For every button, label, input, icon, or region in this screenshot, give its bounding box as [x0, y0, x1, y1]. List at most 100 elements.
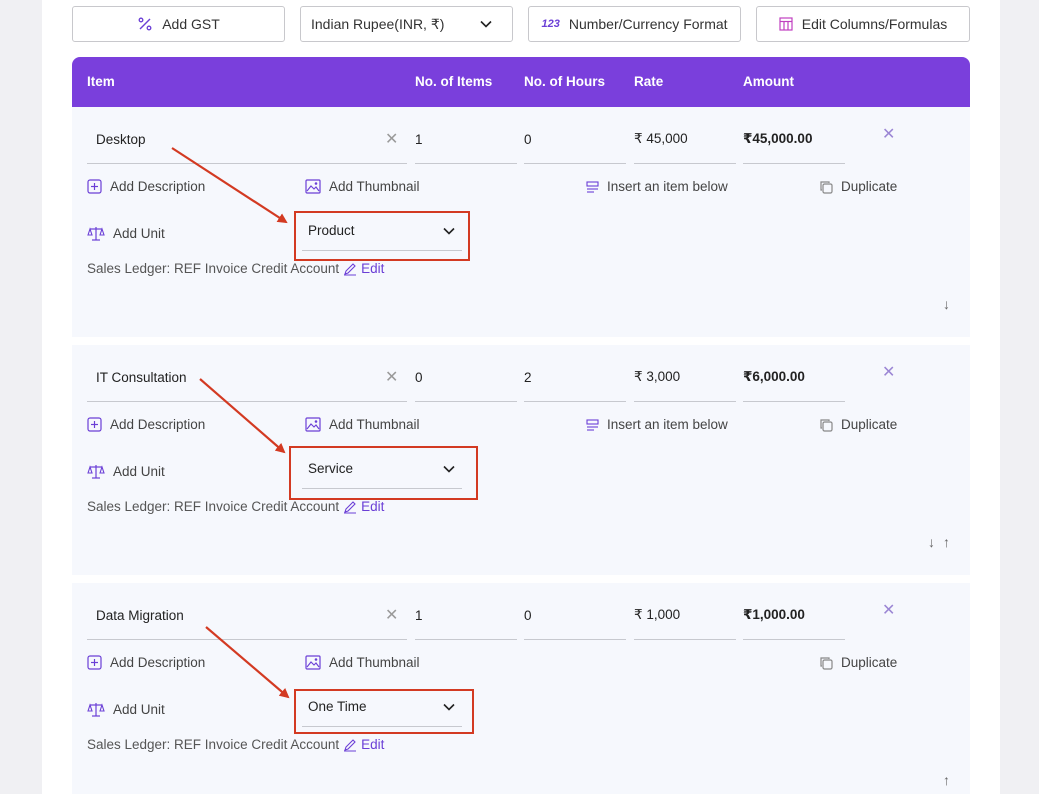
number-format-icon: 123 [541, 18, 560, 30]
delete-row-icon[interactable]: ✕ [882, 127, 895, 143]
edit-ledger-label: Edit [361, 737, 385, 752]
duplicate-label: Duplicate [841, 179, 898, 194]
pencil-icon [344, 500, 357, 513]
clear-icon[interactable]: ✕ [385, 370, 398, 386]
item-amount: ₹45,000.00 [743, 115, 845, 164]
arrow-down-icon[interactable]: ↓ [943, 296, 950, 312]
item-rate-input[interactable]: ₹ 3,000 [634, 353, 736, 402]
edit-ledger-button[interactable]: Edit [343, 737, 384, 752]
add-thumbnail-button[interactable]: Add Thumbnail [305, 417, 420, 432]
percent-icon [138, 17, 152, 31]
plus-square-icon [87, 655, 102, 670]
item-rate-input[interactable]: ₹ 45,000 [634, 115, 736, 164]
add-gst-label: Add GST [162, 16, 220, 32]
sales-ledger-label: Sales Ledger: REF Invoice Credit Account [87, 499, 340, 514]
currency-select[interactable]: Indian Rupee(INR, ₹) [300, 6, 513, 42]
item-hours-input[interactable]: 0 [524, 591, 626, 640]
number-format-button[interactable]: 123 Number/Currency Format [528, 6, 741, 42]
insert-item-below-button[interactable]: Insert an item below [586, 179, 728, 194]
arrow-down-icon[interactable]: ↓ [928, 534, 935, 550]
sales-ledger: Sales Ledger: REF Invoice Credit Account… [87, 499, 384, 514]
add-description-button[interactable]: Add Description [87, 179, 205, 194]
sales-ledger-label: Sales Ledger: REF Invoice Credit Account [87, 737, 340, 752]
add-thumbnail-button[interactable]: Add Thumbnail [305, 179, 420, 194]
add-thumbnail-label: Add Thumbnail [329, 179, 420, 194]
column-amount: Amount [743, 74, 794, 89]
add-thumbnail-label: Add Thumbnail [329, 655, 420, 670]
scale-icon [87, 227, 105, 241]
sales-ledger: Sales Ledger: REF Invoice Credit Account… [87, 737, 384, 752]
add-gst-button[interactable]: Add GST [72, 6, 285, 42]
item-quantity-input[interactable]: 1 [415, 115, 517, 164]
edit-columns-label: Edit Columns/Formulas [801, 16, 948, 32]
add-description-button[interactable]: Add Description [87, 417, 205, 432]
item-quantity-input[interactable]: 0 [415, 353, 517, 402]
insert-row-icon [586, 418, 599, 431]
add-description-button[interactable]: Add Description [87, 655, 205, 670]
pencil-icon [344, 262, 357, 275]
delete-row-icon[interactable]: ✕ [882, 365, 895, 381]
column-no-hours: No. of Hours [524, 74, 605, 89]
duplicate-button[interactable]: Duplicate [819, 179, 897, 194]
highlight-box [294, 689, 474, 734]
pencil-icon [344, 738, 357, 751]
item-row: IT Consultation ✕ 0 2 ₹ 3,000 ₹6,000.00 … [72, 345, 970, 575]
duplicate-label: Duplicate [841, 417, 898, 432]
clear-icon[interactable]: ✕ [385, 132, 398, 148]
scale-icon [87, 703, 105, 717]
item-hours-input[interactable]: 2 [524, 353, 626, 402]
currency-value: Indian Rupee(INR, ₹) [311, 15, 445, 32]
highlight-box [294, 211, 470, 261]
item-amount: ₹6,000.00 [743, 353, 845, 402]
column-rate: Rate [634, 74, 664, 89]
column-item: Item [87, 74, 115, 89]
row-reorder: ↑ [943, 772, 950, 788]
item-name-input[interactable]: Desktop [87, 115, 407, 164]
duplicate-button[interactable]: Duplicate [819, 417, 897, 432]
item-rate-input[interactable]: ₹ 1,000 [634, 591, 736, 640]
delete-row-icon[interactable]: ✕ [882, 603, 895, 619]
add-thumbnail-button[interactable]: Add Thumbnail [305, 655, 420, 670]
duplicate-label: Duplicate [841, 655, 898, 670]
chevron-down-icon [480, 20, 492, 28]
add-description-label: Add Description [110, 179, 206, 194]
item-amount: ₹1,000.00 [743, 591, 845, 640]
item-name-input[interactable]: Data Migration [87, 591, 407, 640]
item-row: Desktop ✕ 1 0 ₹ 45,000 ₹45,000.00 ✕ Add … [72, 107, 970, 337]
add-unit-button[interactable]: Add Unit [87, 226, 165, 241]
insert-item-below-button[interactable]: Insert an item below [586, 417, 728, 432]
arrow-up-icon[interactable]: ↑ [943, 534, 950, 550]
sales-ledger: Sales Ledger: REF Invoice Credit Account… [87, 261, 384, 276]
add-unit-label: Add Unit [113, 702, 165, 717]
add-description-label: Add Description [110, 417, 206, 432]
table-columns-icon [779, 17, 793, 31]
copy-icon [820, 656, 833, 670]
highlight-box [289, 446, 478, 500]
edit-ledger-button[interactable]: Edit [343, 261, 384, 276]
copy-icon [820, 180, 833, 194]
column-no-items: No. of Items [415, 74, 493, 89]
clear-icon[interactable]: ✕ [385, 608, 398, 624]
item-quantity-input[interactable]: 1 [415, 591, 517, 640]
image-icon [305, 179, 321, 194]
edit-columns-button[interactable]: Edit Columns/Formulas [756, 6, 970, 42]
insert-item-below-label: Insert an item below [607, 179, 728, 194]
row-reorder: ↓ [943, 296, 950, 312]
edit-ledger-button[interactable]: Edit [343, 499, 384, 514]
image-icon [305, 417, 321, 432]
insert-row-icon [586, 180, 599, 193]
add-unit-label: Add Unit [113, 464, 165, 479]
table-header: Item No. of Items No. of Hours Rate Amou… [72, 57, 970, 107]
item-name-input[interactable]: IT Consultation [87, 353, 407, 402]
sales-ledger-label: Sales Ledger: REF Invoice Credit Account [87, 261, 340, 276]
number-format-label: Number/Currency Format [568, 16, 728, 32]
add-unit-button[interactable]: Add Unit [87, 702, 165, 717]
item-hours-input[interactable]: 0 [524, 115, 626, 164]
arrow-up-icon[interactable]: ↑ [943, 772, 950, 788]
scale-icon [87, 465, 105, 479]
duplicate-button[interactable]: Duplicate [819, 655, 897, 670]
item-row: Data Migration ✕ 1 0 ₹ 1,000 ₹1,000.00 ✕… [72, 583, 970, 794]
add-unit-button[interactable]: Add Unit [87, 464, 165, 479]
image-icon [305, 655, 321, 670]
plus-square-icon [87, 417, 102, 432]
